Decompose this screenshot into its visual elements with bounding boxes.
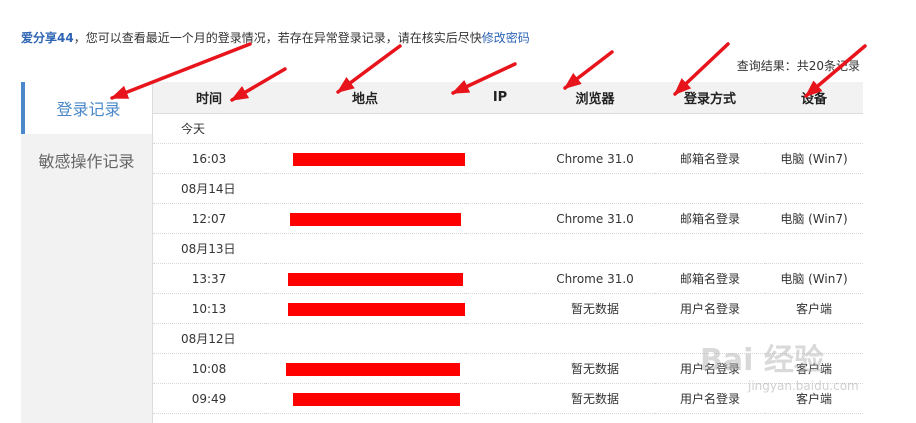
cell-browser: Chrome 31.0: [535, 263, 655, 294]
date-group-row: 08月14日: [153, 173, 863, 204]
table-row: 13:37 Chrome 31.0 邮箱名登录 电脑 (Win7): [153, 263, 863, 294]
cell-browser: Chrome 31.0: [535, 143, 655, 174]
redaction-bar: [288, 302, 465, 316]
date-label: 08月13日: [153, 233, 863, 264]
cell-location-ip-redacted: [265, 383, 535, 414]
redaction-bar: [288, 272, 463, 286]
username: 爱分享44: [21, 31, 74, 45]
watermark-logo: Bai 经验: [700, 343, 824, 378]
cell-time: 12:07: [153, 203, 265, 234]
cell-time: 10:13: [153, 293, 265, 324]
date-label: 08月14日: [153, 173, 863, 204]
column-header-location: 地点: [265, 82, 465, 114]
sidebar-item-login-records[interactable]: 登录记录: [21, 82, 152, 134]
cell-time: 10:08: [153, 353, 265, 384]
cell-location-ip-redacted: [265, 263, 535, 294]
cell-browser: Chrome 31.0: [535, 203, 655, 234]
table-row: 16:03 Chrome 31.0 邮箱名登录 电脑 (Win7): [153, 143, 863, 174]
intro-text: 爱分享44，您可以查看最近一个月的登录情况，若存在异常登录记录，请在核实后尽快修…: [21, 29, 530, 46]
sidebar-item-label: 敏感操作记录: [38, 152, 135, 171]
column-header-time: 时间: [153, 82, 265, 114]
column-header-browser: 浏览器: [535, 82, 655, 114]
table-row: 12:07 Chrome 31.0 邮箱名登录 电脑 (Win7): [153, 203, 863, 234]
cell-device: 电脑 (Win7): [765, 263, 863, 294]
cell-location-ip-redacted: [265, 293, 535, 324]
table-header-row: 时间 地点 IP 浏览器 登录方式 设备: [153, 82, 863, 114]
cell-login-method: 邮箱名登录: [655, 203, 765, 234]
cell-time: 16:03: [153, 143, 265, 174]
cell-device: 电脑 (Win7): [765, 143, 863, 174]
date-group-row: 08月13日: [153, 233, 863, 264]
table-row: 10:13 暂无数据 用户名登录 客户端: [153, 293, 863, 324]
date-label: 今天: [153, 113, 863, 144]
redaction-bar: [286, 362, 460, 376]
date-group-row: 今天: [153, 113, 863, 144]
cell-location-ip-redacted: [265, 143, 535, 174]
sidebar-item-label: 登录记录: [56, 100, 121, 119]
cell-login-method: 用户名登录: [655, 293, 765, 324]
change-password-link[interactable]: 修改密码: [482, 31, 530, 45]
baidu-jingyan-watermark: Bai 经验 jingyan.baidu.com: [700, 335, 910, 420]
column-header-login-method: 登录方式: [655, 82, 765, 114]
intro-message: ，您可以查看最近一个月的登录情况，若存在异常登录记录，请在核实后尽快: [73, 31, 482, 45]
watermark-url: jingyan.baidu.com: [748, 379, 859, 393]
redaction-bar: [293, 392, 460, 406]
sidebar: 登录记录 敏感操作记录: [21, 82, 153, 423]
cell-device: 电脑 (Win7): [765, 203, 863, 234]
cell-browser: 暂无数据: [535, 293, 655, 324]
cell-browser: 暂无数据: [535, 383, 655, 414]
cell-location-ip-redacted: [265, 203, 535, 234]
cell-time: 09:49: [153, 383, 265, 414]
cell-time: 13:37: [153, 263, 265, 294]
column-header-device: 设备: [765, 82, 863, 114]
cell-device: 客户端: [765, 293, 863, 324]
redaction-bar: [290, 212, 461, 226]
cell-login-method: 邮箱名登录: [655, 263, 765, 294]
column-header-ip: IP: [465, 82, 535, 114]
query-result-count: 查询结果：共20条记录: [736, 59, 860, 73]
redaction-bar: [293, 152, 465, 166]
sidebar-item-sensitive-operations[interactable]: 敏感操作记录: [21, 134, 152, 186]
cell-location-ip-redacted: [265, 353, 535, 384]
cell-browser: 暂无数据: [535, 353, 655, 384]
cell-login-method: 邮箱名登录: [655, 143, 765, 174]
